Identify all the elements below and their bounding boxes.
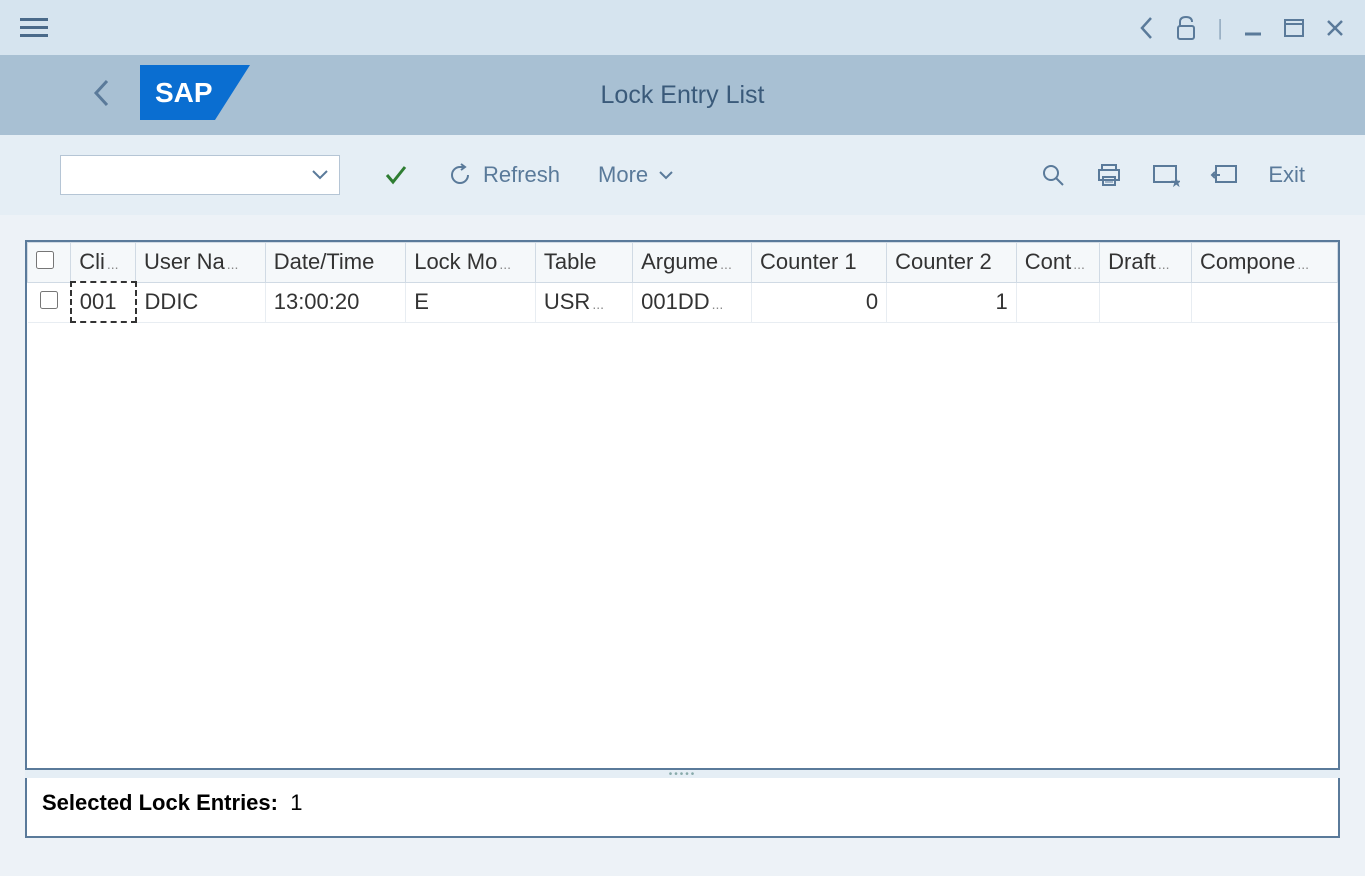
toolbar: Refresh More ★ Exit [0,135,1365,215]
cell-counter1[interactable]: 0 [752,282,887,322]
status-panel: Selected Lock Entries: 1 [25,778,1340,838]
column-cont[interactable]: Cont... [1016,243,1099,283]
cell-component[interactable] [1191,282,1337,322]
minimize-icon[interactable] [1243,18,1263,38]
window-title-bar: | [0,0,1365,55]
unlock-icon[interactable] [1175,14,1197,42]
accept-button[interactable] [383,162,409,188]
cell-cont[interactable] [1016,282,1099,322]
exit-button[interactable]: Exit [1268,162,1305,188]
refresh-label: Refresh [483,162,560,188]
splitter-dots-icon: ••••• [669,769,697,780]
column-user-name[interactable]: User Na... [136,243,266,283]
cell-date-time[interactable]: 13:00:20 [265,282,405,322]
column-client[interactable]: Cli... [71,243,136,283]
refresh-icon [447,162,473,188]
status-text: Selected Lock Entries: 1 [42,790,1323,816]
search-button[interactable] [1040,162,1066,188]
new-window-icon: ★ [1152,163,1180,187]
command-dropdown[interactable] [60,155,340,195]
status-label: Selected Lock Entries: [42,790,278,815]
row-checkbox[interactable] [40,291,58,309]
select-all-header[interactable] [28,243,71,283]
column-argument[interactable]: Argume... [633,243,752,283]
grid-splitter[interactable]: ••••• [25,770,1340,778]
print-icon [1096,162,1122,188]
cell-client[interactable]: 001 [71,282,136,322]
table-row[interactable]: 001 DDIC 13:00:20 E USR... 001DD... 0 1 [28,282,1338,322]
search-icon [1040,162,1066,188]
exit-window-icon [1210,163,1238,187]
hamburger-menu-icon[interactable] [20,18,48,37]
app-header: SAP Lock Entry List [0,55,1365,135]
new-window-button[interactable]: ★ [1152,163,1180,187]
back-icon[interactable] [1137,14,1155,42]
exit-window-button[interactable] [1210,163,1238,187]
maximize-icon[interactable] [1283,17,1305,39]
cell-counter2[interactable]: 1 [887,282,1017,322]
more-button[interactable]: More [598,162,674,188]
cell-argument[interactable]: 001DD... [633,282,752,322]
cell-user-name[interactable]: DDIC [136,282,266,322]
column-lock-mode[interactable]: Lock Mo... [406,243,536,283]
lock-entries-grid: Cli... User Na... Date/Time Lock Mo... T… [25,240,1340,770]
chevron-down-icon [311,169,329,181]
column-table[interactable]: Table [535,243,632,283]
window-controls: | [1137,14,1345,42]
chevron-down-icon [658,170,674,180]
lock-entries-table: Cli... User Na... Date/Time Lock Mo... T… [27,242,1338,323]
column-date-time[interactable]: Date/Time [265,243,405,283]
column-counter2[interactable]: Counter 2 [887,243,1017,283]
column-component[interactable]: Compone... [1191,243,1337,283]
svg-text:SAP: SAP [155,77,213,108]
status-value: 1 [290,790,302,815]
close-icon[interactable] [1325,18,1345,38]
refresh-button[interactable]: Refresh [447,162,560,188]
toolbar-right: ★ Exit [1040,162,1305,188]
content-area: Cli... User Na... Date/Time Lock Mo... T… [0,215,1365,838]
select-all-checkbox[interactable] [36,251,54,269]
svg-text:★: ★ [1170,174,1180,187]
cell-table[interactable]: USR... [535,282,632,322]
row-select-cell[interactable] [28,282,71,322]
cell-lock-mode[interactable]: E [406,282,536,322]
sap-logo: SAP [140,65,250,125]
print-button[interactable] [1096,162,1122,188]
separator: | [1217,15,1223,41]
more-label: More [598,162,648,188]
column-draft[interactable]: Draft... [1100,243,1192,283]
nav-back-button[interactable] [90,76,112,115]
cell-draft[interactable] [1100,282,1192,322]
column-counter1[interactable]: Counter 1 [752,243,887,283]
table-header-row: Cli... User Na... Date/Time Lock Mo... T… [28,243,1338,283]
